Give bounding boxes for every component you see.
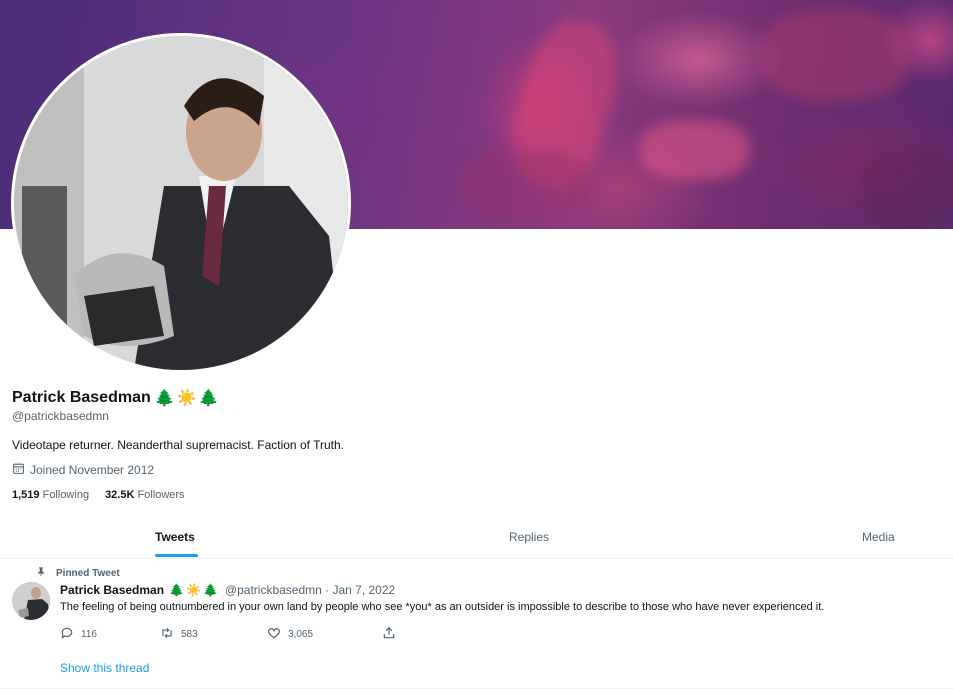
share-button[interactable] — [382, 626, 396, 643]
retweet-icon — [160, 626, 174, 643]
active-tab-indicator — [155, 554, 198, 557]
sun-emoji: ☀️ — [176, 390, 197, 407]
name-emojis: 🌲 ☀️ 🌲 — [155, 388, 219, 408]
followers-label: Followers — [137, 489, 185, 501]
tweet-name-emojis: 🌲 ☀️ 🌲 — [169, 583, 218, 597]
following-link[interactable]: 1,519 Following — [12, 489, 89, 501]
avatar-photo — [14, 36, 348, 370]
followers-count: 32.5K — [105, 489, 135, 501]
tweet-author-name[interactable]: Patrick Basedman — [60, 583, 164, 597]
divider — [0, 688, 953, 689]
tree-emoji: 🌲 — [198, 390, 219, 407]
reply-count: 116 — [81, 629, 97, 640]
tab-tweets[interactable]: Tweets — [155, 530, 195, 544]
tab-media[interactable]: Media — [862, 530, 895, 544]
profile-name: Patrick Basedman 🌲 ☀️ 🌲 — [12, 388, 219, 408]
followers-link[interactable]: 32.5K Followers — [105, 489, 185, 501]
pinned-text: Pinned Tweet — [56, 567, 120, 579]
retweet-count: 583 — [181, 629, 198, 640]
tweet-avatar-photo — [12, 582, 50, 620]
heart-icon — [267, 626, 281, 643]
share-icon — [382, 626, 396, 643]
pinned-label: Pinned Tweet — [36, 566, 120, 580]
profile-bio: Videotape returner. Neanderthal supremac… — [12, 438, 344, 452]
tree-emoji: 🌲 — [202, 583, 218, 597]
tab-replies[interactable]: Replies — [509, 530, 549, 544]
profile-tabs: Tweets Replies Media — [0, 516, 953, 559]
sun-emoji: ☀️ — [186, 583, 201, 597]
tree-emoji: 🌲 — [154, 390, 175, 407]
following-label: Following — [42, 489, 90, 501]
show-thread-link[interactable]: Show this thread — [60, 661, 149, 675]
following-count: 1,519 — [12, 489, 40, 501]
calendar-icon — [12, 462, 25, 478]
reply-icon — [60, 626, 74, 643]
tweet-text: The feeling of being outnumbered in your… — [60, 601, 825, 613]
like-count: 3,065 — [288, 629, 314, 640]
tree-emoji: 🌲 — [169, 583, 185, 597]
profile-avatar[interactable] — [11, 33, 351, 373]
reply-button[interactable]: 116 — [60, 626, 160, 643]
joined-date: Joined November 2012 — [12, 462, 154, 478]
joined-text: Joined November 2012 — [30, 463, 155, 477]
profile-stats: 1,519 Following 32.5K Followers — [12, 489, 185, 501]
retweet-button[interactable]: 583 — [160, 626, 267, 643]
profile-handle: @patrickbasedmn — [12, 409, 109, 423]
like-button[interactable]: 3,065 — [267, 626, 382, 643]
tweet-meta[interactable]: @patrickbasedmn · Jan 7, 2022 — [225, 583, 395, 597]
tweet-author-avatar[interactable] — [12, 582, 50, 620]
tweet-actions: 116 583 3,065 — [60, 626, 396, 643]
tweet-header: Patrick Basedman 🌲 ☀️ 🌲 @patrickbasedmn … — [60, 583, 395, 597]
profile-name-text: Patrick Basedman — [12, 389, 151, 406]
pin-icon — [36, 566, 46, 580]
